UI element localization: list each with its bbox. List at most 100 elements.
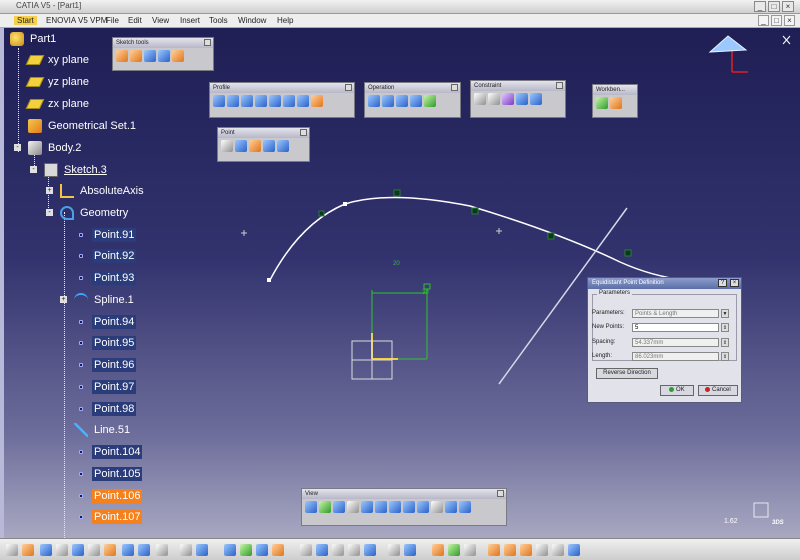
rectangle-icon[interactable]	[227, 95, 239, 107]
pan-icon[interactable]	[333, 501, 345, 513]
menu-view[interactable]: View	[152, 16, 169, 25]
sketcher-icon[interactable]	[224, 544, 236, 556]
tree-item-point[interactable]: Point.97	[74, 378, 137, 396]
spacing-input[interactable]: 54.337mm	[632, 337, 719, 347]
close-icon[interactable]	[345, 84, 352, 91]
tree-item-point[interactable]: Point.93	[74, 269, 137, 287]
geometric-constraint-icon[interactable]	[272, 544, 284, 556]
multi-view-icon[interactable]	[403, 501, 415, 513]
constraint-toolbar[interactable]: Constraint	[470, 80, 566, 118]
sketch-analysis-icon[interactable]	[348, 544, 360, 556]
fix-together-icon[interactable]	[516, 93, 528, 105]
trim-icon[interactable]	[396, 95, 408, 107]
visualization-icon[interactable]	[432, 544, 444, 556]
close-button[interactable]: ×	[782, 1, 794, 12]
zoom-in-icon[interactable]	[361, 501, 373, 513]
copy-icon[interactable]	[88, 544, 100, 556]
fly-mode-icon[interactable]	[305, 501, 317, 513]
tree-item-point[interactable]: Point.94	[74, 313, 137, 331]
catalog-icon[interactable]	[536, 544, 548, 556]
dropdown-arrow-icon[interactable]: ▼	[721, 308, 729, 318]
tree-item-sketch[interactable]: - Sketch.3	[30, 161, 109, 179]
doc-close-button[interactable]: ×	[784, 15, 795, 26]
tree-item-yz-plane[interactable]: yz plane	[25, 73, 91, 91]
construction-element-icon[interactable]	[256, 544, 268, 556]
point-tool-icon[interactable]	[311, 95, 323, 107]
sketch-tools-toolbar[interactable]: Sketch tools	[112, 37, 214, 71]
open-icon[interactable]	[22, 544, 34, 556]
doc-restore-button[interactable]: □	[771, 15, 782, 26]
construction-icon[interactable]	[144, 50, 156, 62]
menu-start[interactable]: Start	[14, 16, 37, 25]
profile-icon[interactable]	[213, 95, 225, 107]
dimensional-constraints-icon[interactable]	[172, 50, 184, 62]
project-3d-icon[interactable]	[424, 95, 436, 107]
minimize-button[interactable]: _	[754, 1, 766, 12]
workbench-icon[interactable]	[610, 97, 622, 109]
macro-icon[interactable]	[552, 544, 564, 556]
conic-icon[interactable]	[269, 95, 281, 107]
operation-toolbar[interactable]: Operation	[364, 82, 461, 118]
close-icon[interactable]	[300, 129, 307, 136]
maximize-button[interactable]: □	[768, 1, 780, 12]
render-style-icon[interactable]	[448, 544, 460, 556]
filter-icon[interactable]	[464, 544, 476, 556]
point-by-coordinates-icon[interactable]	[235, 140, 247, 152]
new-points-input[interactable]: 5	[632, 322, 719, 332]
geometrical-constraints-icon[interactable]	[158, 50, 170, 62]
ok-button[interactable]: OK	[660, 385, 694, 396]
tree-item-point[interactable]: Point.104	[74, 443, 143, 461]
shading-icon[interactable]	[431, 501, 443, 513]
cut-icon[interactable]	[72, 544, 84, 556]
redo-icon[interactable]	[138, 544, 150, 556]
formula-icon[interactable]	[180, 544, 192, 556]
expand-icon[interactable]: +	[60, 296, 67, 303]
line-tool-icon[interactable]	[283, 95, 295, 107]
chamfer-icon[interactable]	[382, 95, 394, 107]
point-toolbar[interactable]: Point	[217, 127, 310, 162]
iso-view-icon[interactable]	[417, 501, 429, 513]
tree-item-point[interactable]: Point.92	[74, 247, 137, 265]
left-scrollbar[interactable]	[0, 28, 4, 538]
mirror-icon[interactable]	[410, 95, 422, 107]
constraint-icon[interactable]	[488, 93, 500, 105]
spline-tool-icon[interactable]	[255, 95, 267, 107]
tree-item-point[interactable]: Point.105	[74, 465, 143, 483]
graphic-properties-icon[interactable]	[316, 544, 328, 556]
save-icon[interactable]	[40, 544, 52, 556]
color-icon[interactable]	[388, 544, 400, 556]
layer-icon[interactable]	[364, 544, 376, 556]
circle-icon[interactable]	[241, 95, 253, 107]
fit-all-icon[interactable]	[319, 501, 331, 513]
spinner-icon[interactable]: ⇕	[721, 351, 729, 361]
tree-item-line[interactable]: Line.51	[74, 421, 132, 439]
tree-item-body[interactable]: - Body.2	[14, 139, 83, 157]
tree-item-point[interactable]: Point.98	[74, 400, 137, 418]
tree-item-absolute-axis[interactable]: + AbsoluteAxis	[46, 182, 146, 200]
workbench-toolbar[interactable]: Workben...	[592, 84, 638, 118]
menu-enovia[interactable]: ENOVIA V5 VPM	[46, 16, 107, 25]
menu-file[interactable]: File	[106, 16, 119, 25]
workbench-switch-icon[interactable]	[488, 544, 500, 556]
tree-item-spline[interactable]: + Spline.1	[60, 291, 136, 309]
print-icon[interactable]	[56, 544, 68, 556]
menu-edit[interactable]: Edit	[128, 16, 142, 25]
tree-item-point-selected[interactable]: Point.106	[74, 487, 143, 505]
tree-item-point[interactable]: Point.95	[74, 334, 137, 352]
menu-tools[interactable]: Tools	[209, 16, 228, 25]
animate-constraint-icon[interactable]	[530, 93, 542, 105]
menu-window[interactable]: Window	[238, 16, 266, 25]
profile-toolbar[interactable]: Profile	[209, 82, 355, 118]
length-input[interactable]: 86.023mm	[632, 351, 719, 361]
contact-constraint-icon[interactable]	[502, 93, 514, 105]
constraint-dialog-icon[interactable]	[474, 93, 486, 105]
line-thickness-icon[interactable]	[404, 544, 416, 556]
doc-minimize-button[interactable]: _	[758, 15, 769, 26]
projection-point-icon[interactable]	[277, 140, 289, 152]
normal-view-icon[interactable]	[389, 501, 401, 513]
dialog-close-button[interactable]: ×	[730, 279, 739, 287]
point-by-click-icon[interactable]	[221, 140, 233, 152]
tree-item-xy-plane[interactable]: xy plane	[25, 51, 91, 69]
measure-icon[interactable]	[300, 544, 312, 556]
close-icon[interactable]	[497, 490, 504, 497]
